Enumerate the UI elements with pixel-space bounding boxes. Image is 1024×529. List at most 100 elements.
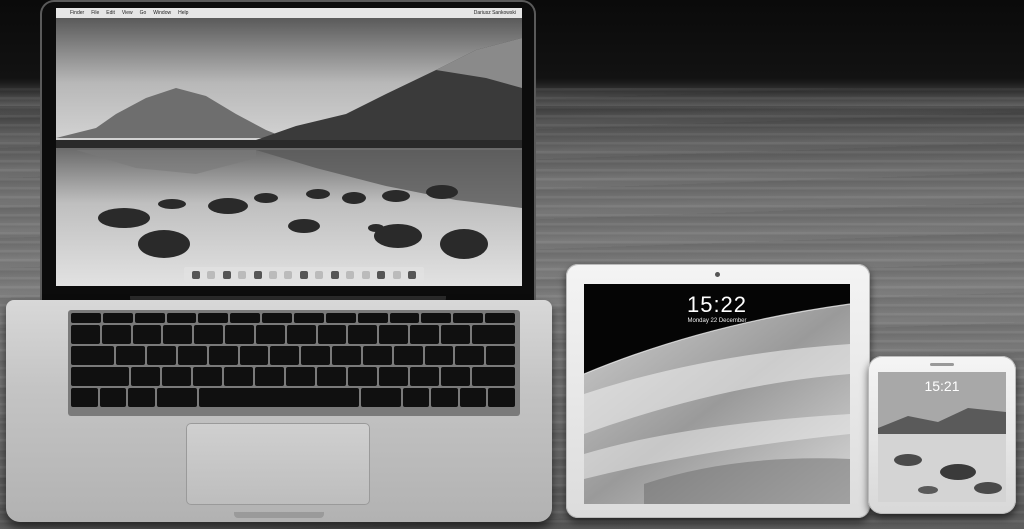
tablet-lock-date: Monday 22 December bbox=[687, 318, 747, 324]
dock-app-icon bbox=[361, 270, 370, 279]
key bbox=[393, 346, 423, 365]
key bbox=[71, 325, 100, 344]
key bbox=[239, 346, 269, 365]
tablet-lock-time: 15:22 bbox=[686, 292, 748, 317]
key bbox=[255, 325, 285, 344]
key bbox=[431, 388, 458, 407]
key bbox=[286, 325, 316, 344]
key bbox=[71, 313, 101, 323]
key bbox=[325, 313, 356, 323]
space-bar bbox=[198, 388, 359, 407]
dock-app-icon bbox=[253, 270, 262, 279]
key bbox=[379, 325, 409, 344]
menu-go: Go bbox=[139, 10, 147, 16]
key bbox=[230, 313, 261, 323]
key bbox=[270, 346, 300, 365]
mountain-lake-wallpaper bbox=[56, 18, 522, 286]
dock-app-icon bbox=[377, 270, 386, 279]
key bbox=[225, 325, 254, 344]
key bbox=[71, 346, 115, 365]
keyboard-row bbox=[71, 325, 517, 344]
key bbox=[488, 388, 515, 407]
key bbox=[128, 388, 155, 407]
key bbox=[156, 388, 197, 407]
menu-view: View bbox=[121, 10, 133, 16]
key bbox=[262, 313, 293, 323]
key bbox=[424, 346, 454, 365]
dock-app-icon bbox=[330, 270, 339, 279]
speaker-icon bbox=[930, 363, 954, 366]
key bbox=[161, 367, 191, 386]
tablet: 15:22 Monday 22 December bbox=[566, 264, 870, 518]
key bbox=[254, 367, 284, 386]
dock-app-icon bbox=[315, 270, 324, 279]
phone-lock-time: 15:21 bbox=[924, 378, 960, 394]
key bbox=[440, 367, 470, 386]
key bbox=[134, 313, 165, 323]
key bbox=[163, 325, 193, 344]
key bbox=[316, 367, 346, 386]
mac-menubar: Finder File Edit View Go Window Help Dar… bbox=[56, 8, 522, 18]
key bbox=[410, 325, 439, 344]
key bbox=[486, 346, 515, 365]
laptop-trackpad bbox=[186, 423, 370, 505]
key bbox=[147, 346, 176, 365]
key bbox=[130, 367, 160, 386]
laptop-front-notch bbox=[234, 512, 324, 518]
dock-app-icon bbox=[346, 270, 355, 279]
key bbox=[208, 346, 238, 365]
tablet-lock-screen: 15:22 Monday 22 December bbox=[584, 284, 850, 504]
key bbox=[317, 325, 347, 344]
keyboard-row bbox=[71, 388, 517, 407]
key bbox=[223, 367, 253, 386]
key bbox=[360, 388, 401, 407]
mac-dock bbox=[184, 267, 424, 282]
dock-app-icon bbox=[222, 270, 231, 279]
key bbox=[132, 325, 162, 344]
laptop-screen: Finder File Edit View Go Window Help Dar… bbox=[56, 8, 522, 286]
menu-edit: Edit bbox=[106, 10, 115, 16]
key bbox=[332, 346, 361, 365]
menu-help: Help bbox=[178, 10, 189, 16]
key bbox=[348, 325, 378, 344]
phone-lock-screen: 15:21 bbox=[878, 372, 1006, 502]
key bbox=[99, 388, 127, 407]
keyboard-row bbox=[71, 346, 517, 365]
dock-trash-icon bbox=[408, 270, 417, 279]
key bbox=[389, 313, 420, 323]
key bbox=[485, 313, 516, 323]
key bbox=[102, 313, 133, 323]
dock-app-icon bbox=[207, 270, 216, 279]
phone: 15:21 bbox=[868, 356, 1016, 514]
key bbox=[471, 367, 516, 386]
key bbox=[455, 346, 485, 365]
laptop-keyboard bbox=[68, 310, 520, 416]
camera-icon bbox=[715, 272, 720, 277]
key bbox=[198, 313, 229, 323]
key bbox=[471, 325, 515, 344]
key bbox=[166, 313, 197, 323]
dock-app-icon bbox=[284, 270, 293, 279]
key bbox=[71, 388, 98, 407]
dock-app-icon bbox=[238, 270, 247, 279]
dock-app-icon bbox=[299, 270, 308, 279]
key bbox=[362, 346, 392, 365]
keyboard-row bbox=[71, 313, 517, 323]
menubar-user-name: Dariusz Sankowski bbox=[473, 10, 516, 16]
key bbox=[440, 325, 470, 344]
laptop-base bbox=[6, 300, 552, 522]
key bbox=[409, 367, 439, 386]
key bbox=[192, 367, 222, 386]
key bbox=[71, 367, 129, 386]
key bbox=[101, 325, 131, 344]
dock-app-icon bbox=[268, 270, 277, 279]
menu-file: File bbox=[91, 10, 100, 16]
key bbox=[285, 367, 315, 386]
key bbox=[301, 346, 331, 365]
desk-scene: Finder File Edit View Go Window Help Dar… bbox=[0, 0, 1024, 529]
menu-window: Window bbox=[153, 10, 172, 16]
key bbox=[421, 313, 452, 323]
key bbox=[453, 313, 484, 323]
key bbox=[357, 313, 388, 323]
key bbox=[378, 367, 408, 386]
